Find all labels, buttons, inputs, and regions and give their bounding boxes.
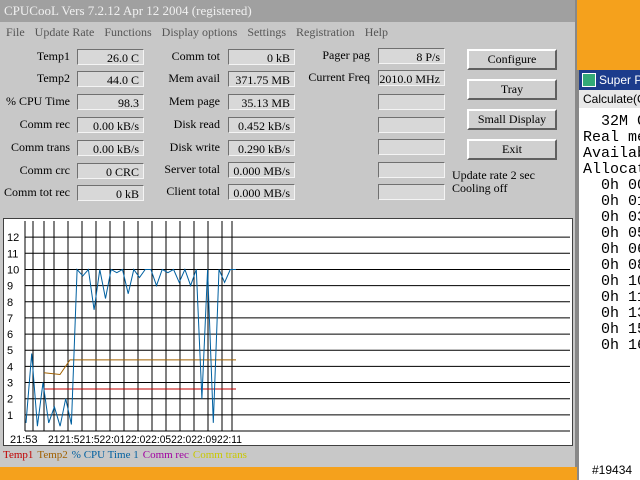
menu-functions[interactable]: Functions	[104, 22, 151, 42]
y-tick-label: 6	[7, 329, 13, 341]
superpi-logo-icon	[582, 73, 596, 87]
y-tick-label: 2	[7, 394, 13, 406]
label-current-freq: Current Freq	[308, 70, 370, 84]
menu-registration[interactable]: Registration	[296, 22, 355, 42]
y-tick-label: 3	[7, 378, 13, 390]
y-tick-label: 5	[7, 345, 13, 357]
label-temp1: Temp1	[36, 49, 70, 63]
superpi-line: 0h 15	[583, 321, 640, 338]
superpi-line: Availab	[583, 145, 640, 162]
value-cpu-time: 98.3	[77, 94, 144, 110]
value-empty-4	[378, 162, 445, 178]
menu-settings[interactable]: Settings	[247, 22, 286, 42]
exit-button[interactable]: Exit	[467, 139, 557, 160]
label-temp2: Temp2	[36, 71, 70, 85]
window-title: CPUCooL Vers 7.2.12 Apr 12 2004 (registe…	[0, 0, 575, 22]
superpi-line: 0h 05	[583, 225, 640, 242]
label-comm-tot: Comm tot	[171, 49, 220, 63]
history-chart: 1 2 3 4 5 6 7 8 9 10 11 12 21:53 2121:521:522:0122:02…	[3, 218, 573, 446]
x-tick-label: 21:53	[10, 434, 38, 445]
value-temp2: 44.0 C	[77, 71, 144, 87]
value-server-total: 0.000 MB/s	[228, 162, 295, 178]
menu-update-rate[interactable]: Update Rate	[35, 22, 95, 42]
value-mem-avail: 371.75 MB	[228, 71, 295, 87]
menu-display-options[interactable]: Display options	[162, 22, 238, 42]
label-mem-avail: Mem avail	[168, 71, 220, 85]
value-temp1: 26.0 C	[77, 49, 144, 65]
label-disk-write: Disk write	[169, 140, 220, 154]
superpi-line: 0h 08	[583, 257, 640, 274]
y-tick-label: 8	[7, 297, 13, 309]
value-comm-crc: 0 CRC	[77, 163, 144, 179]
legend-temp1: Temp1	[3, 449, 34, 461]
value-client-total: 0.000 MB/s	[228, 184, 295, 200]
legend-comm-rec: Comm rec	[142, 449, 189, 461]
label-disk-read: Disk read	[173, 117, 220, 131]
small-display-button[interactable]: Small Display	[467, 109, 557, 130]
y-tick-label: 4	[7, 361, 13, 373]
cooling-status: Cooling off	[452, 181, 508, 195]
superpi-line: 0h 11	[583, 289, 640, 306]
y-tick-label: 10	[7, 264, 19, 276]
label-client-total: Client total	[166, 184, 220, 198]
superpi-menu-calculate[interactable]: Calculate(C)	[579, 90, 640, 108]
value-comm-tot-rec: 0 kB	[77, 185, 144, 201]
superpi-window: Super PI Calculate(C) 32M CReal meAvaila…	[577, 70, 640, 480]
legend-temp2: Temp2	[37, 449, 68, 461]
label-comm-crc: Comm crc	[19, 163, 70, 177]
value-empty-3	[378, 139, 445, 155]
superpi-line: 0h 16	[583, 337, 640, 354]
y-tick-label: 12	[7, 232, 19, 244]
menu-bar: File Update Rate Functions Display options S…	[0, 22, 575, 42]
label-mem-page: Mem page	[169, 94, 220, 108]
configure-button[interactable]: Configure	[467, 49, 557, 70]
superpi-title-bar[interactable]: Super PI	[579, 70, 640, 90]
superpi-title: Super PI	[599, 73, 640, 87]
y-tick-label: 1	[7, 410, 13, 422]
label-cpu-time: % CPU Time	[5, 94, 70, 108]
legend-cpu-time: % CPU Time 1	[71, 449, 139, 461]
series-line	[43, 359, 236, 376]
label-pager-pag: Pager pag	[322, 48, 370, 62]
value-comm-trans: 0.00 kB/s	[77, 140, 144, 156]
y-tick-label: 11	[7, 248, 18, 260]
value-current-freq: 2010.0 MHz	[378, 70, 445, 86]
superpi-line: Real me	[583, 129, 640, 146]
value-pager-pag: 8 P/s	[378, 48, 445, 64]
y-tick-label: 9	[7, 281, 13, 293]
superpi-line: Allocat	[583, 161, 640, 178]
value-disk-write: 0.290 kB/s	[228, 140, 295, 156]
legend-comm-trans: Comm trans	[192, 449, 247, 461]
value-comm-tot: 0 kB	[228, 49, 295, 65]
value-empty-1	[378, 94, 445, 110]
cpucool-window: CPUCooL Vers 7.2.12 Apr 12 2004 (registe…	[0, 0, 577, 467]
value-empty-5	[378, 184, 445, 200]
superpi-line: 0h 06	[583, 241, 640, 258]
series-line	[25, 268, 236, 427]
menu-file[interactable]: File	[6, 22, 25, 42]
value-comm-rec: 0.00 kB/s	[77, 117, 144, 133]
superpi-line: 0h 03	[583, 209, 640, 226]
value-mem-page: 35.13 MB	[228, 94, 295, 110]
label-server-total: Server total	[164, 162, 220, 176]
superpi-line: 0h 00	[583, 177, 640, 194]
superpi-line: 0h 01	[583, 193, 640, 210]
superpi-line: 0h 13	[583, 305, 640, 322]
y-tick-label: 7	[7, 313, 13, 325]
chart-legend: Temp1 Temp2% CPU Time 1 Comm rec Comm trans	[3, 449, 251, 461]
value-disk-read: 0.452 kB/s	[228, 117, 295, 133]
x-tick-label: 2121:521:522:0122:022:0522:022:0922:11	[48, 434, 242, 445]
label-comm-rec: Comm rec	[19, 117, 70, 131]
label-comm-trans: Comm trans	[11, 140, 70, 154]
label-comm-tot-rec: Comm tot rec	[4, 185, 70, 199]
menu-help[interactable]: Help	[365, 22, 388, 42]
tray-button[interactable]: Tray	[467, 79, 557, 100]
watermark: #19434	[592, 463, 633, 477]
history-chart-svg: 12345678910111221:53 2121:521:522:0122:02…	[7, 221, 570, 446]
superpi-output: 32M C Real me Availab Allocat 0h 00 0h 01 0…	[583, 114, 640, 354]
superpi-line: 0h 10	[583, 273, 640, 290]
value-empty-2	[378, 117, 445, 133]
superpi-line: 32M C	[583, 114, 640, 130]
